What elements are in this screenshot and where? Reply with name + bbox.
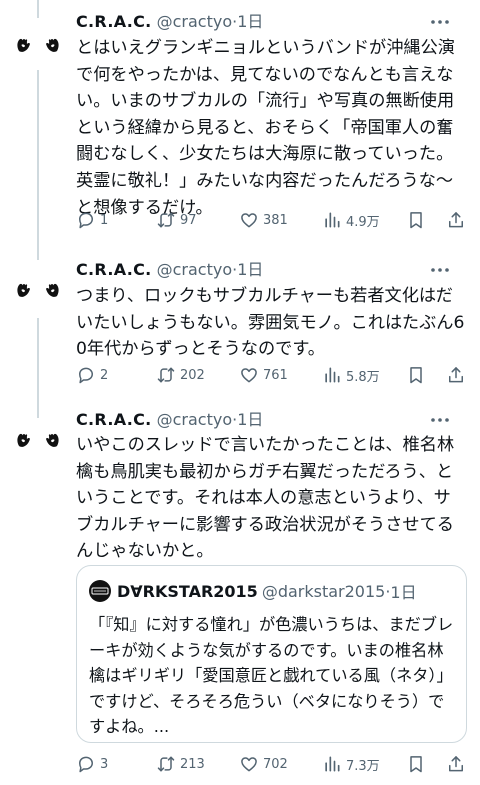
quoted-text: 「『知』に対する憧れ」が色濃いうちは、まだブレーキが効くような気がするのです。い… <box>89 615 454 736</box>
like-button[interactable]: 381 <box>239 210 322 230</box>
share-icon <box>446 754 466 774</box>
quoted-avatar <box>89 580 111 602</box>
retweet-button[interactable]: 97 <box>156 210 239 230</box>
quoted-timestamp: 1日 <box>390 583 417 602</box>
tweet[interactable]: C.R.A.C. @cractyo·1日 つまり、ロックもサブカルチャーも若者文… <box>0 245 480 393</box>
bookmark-icon <box>406 210 426 230</box>
views-icon <box>322 365 342 385</box>
reply-icon <box>76 754 96 774</box>
retweet-count: 202 <box>180 367 205 383</box>
timestamp[interactable]: 1日 <box>237 12 263 31</box>
retweet-button[interactable]: 213 <box>156 754 239 774</box>
avatar[interactable] <box>14 265 62 313</box>
views-count: 5.8万 <box>346 369 380 385</box>
bookmark-button[interactable] <box>406 754 446 774</box>
reply-count: 2 <box>100 367 109 383</box>
share-button[interactable] <box>446 754 466 774</box>
bookmark-icon <box>406 365 426 385</box>
like-count: 761 <box>263 367 288 383</box>
display-name[interactable]: C.R.A.C. <box>76 410 152 429</box>
timestamp[interactable]: 1日 <box>237 410 263 429</box>
retweet-icon <box>156 210 176 230</box>
share-button[interactable] <box>446 210 466 230</box>
views-button[interactable]: 7.3万 <box>322 754 406 774</box>
timestamp[interactable]: 1日 <box>237 260 263 279</box>
tweet-text: つまり、ロックもサブカルチャーも若者文化はだいたいしょうもない。雰囲気モノ。これ… <box>76 286 465 360</box>
reply-count: 1 <box>100 212 109 228</box>
retweet-count: 213 <box>180 756 205 772</box>
views-icon <box>322 754 342 774</box>
like-icon <box>239 210 259 230</box>
bookmark-button[interactable] <box>406 210 446 230</box>
handle[interactable]: @cractyo <box>157 260 233 279</box>
retweet-icon <box>156 754 176 774</box>
reply-icon <box>76 210 96 230</box>
bookmark-icon <box>406 754 426 774</box>
like-button[interactable]: 702 <box>239 754 322 774</box>
avatar[interactable] <box>14 20 62 68</box>
like-icon <box>239 754 259 774</box>
reply-icon <box>76 365 96 385</box>
like-count: 702 <box>263 756 288 772</box>
views-count: 4.9万 <box>346 214 380 230</box>
handle[interactable]: @cractyo <box>157 12 233 31</box>
like-icon <box>239 365 259 385</box>
like-count: 381 <box>263 212 288 228</box>
display-name[interactable]: C.R.A.C. <box>76 260 152 279</box>
retweet-icon <box>156 365 176 385</box>
quoted-handle: @darkstar2015 <box>261 581 386 601</box>
display-name[interactable]: C.R.A.C. <box>76 12 152 31</box>
bookmark-button[interactable] <box>406 365 446 385</box>
reply-button[interactable]: 1 <box>76 210 156 230</box>
share-icon <box>446 365 466 385</box>
reply-count: 3 <box>100 756 109 772</box>
tweet-text: いやこのスレッドで言いたかったことは、椎名林檎も鳥肌実も最初からガチ右翼だっただ… <box>76 435 455 562</box>
share-button[interactable] <box>446 365 466 385</box>
views-button[interactable]: 4.9万 <box>322 210 406 230</box>
more-icon[interactable] <box>428 258 452 282</box>
reply-button[interactable]: 3 <box>76 754 156 774</box>
tweet-text: とはいえグランギニョルというバンドが沖縄公演で何をやったかは、見てないのでなんと… <box>76 38 455 218</box>
retweet-button[interactable]: 202 <box>156 365 239 385</box>
views-count: 7.3万 <box>346 758 380 774</box>
more-icon[interactable] <box>428 408 452 432</box>
tweet[interactable]: C.R.A.C. @cractyo·1日 いやこのスレッドで言いたかったことは、… <box>0 393 480 785</box>
more-icon[interactable] <box>428 10 452 34</box>
quoted-display-name: D∀RKSTAR2015 <box>117 581 258 601</box>
tweet[interactable]: C.R.A.C. @cractyo·1日 とはいえグランギニョルというバンドが沖… <box>0 0 480 245</box>
quoted-tweet[interactable]: D∀RKSTAR2015 @darkstar2015 · 1日 「『知』に対する憧れ… <box>76 565 467 743</box>
reply-button[interactable]: 2 <box>76 365 156 385</box>
views-icon <box>322 210 342 230</box>
retweet-count: 97 <box>180 212 197 228</box>
handle[interactable]: @cractyo <box>157 410 233 429</box>
views-button[interactable]: 5.8万 <box>322 365 406 385</box>
like-button[interactable]: 761 <box>239 365 322 385</box>
share-icon <box>446 210 466 230</box>
avatar[interactable] <box>14 415 62 463</box>
